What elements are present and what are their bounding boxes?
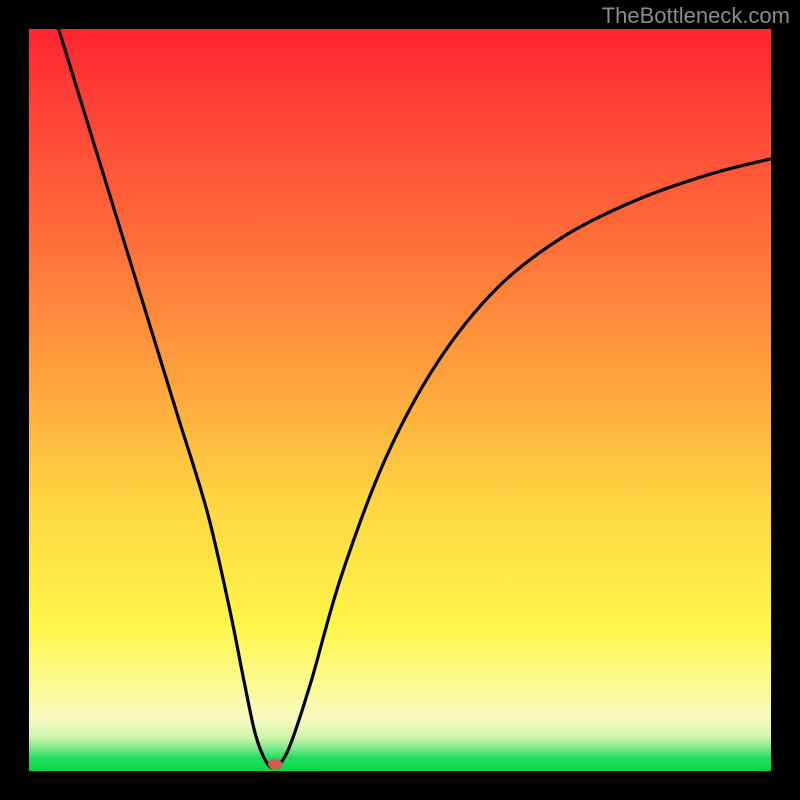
chart-frame: TheBottleneck.com bbox=[0, 0, 800, 800]
bottleneck-curve bbox=[29, 29, 771, 771]
plot-area bbox=[29, 29, 771, 771]
optimum-marker bbox=[268, 758, 282, 769]
watermark-text: TheBottleneck.com bbox=[602, 3, 790, 29]
